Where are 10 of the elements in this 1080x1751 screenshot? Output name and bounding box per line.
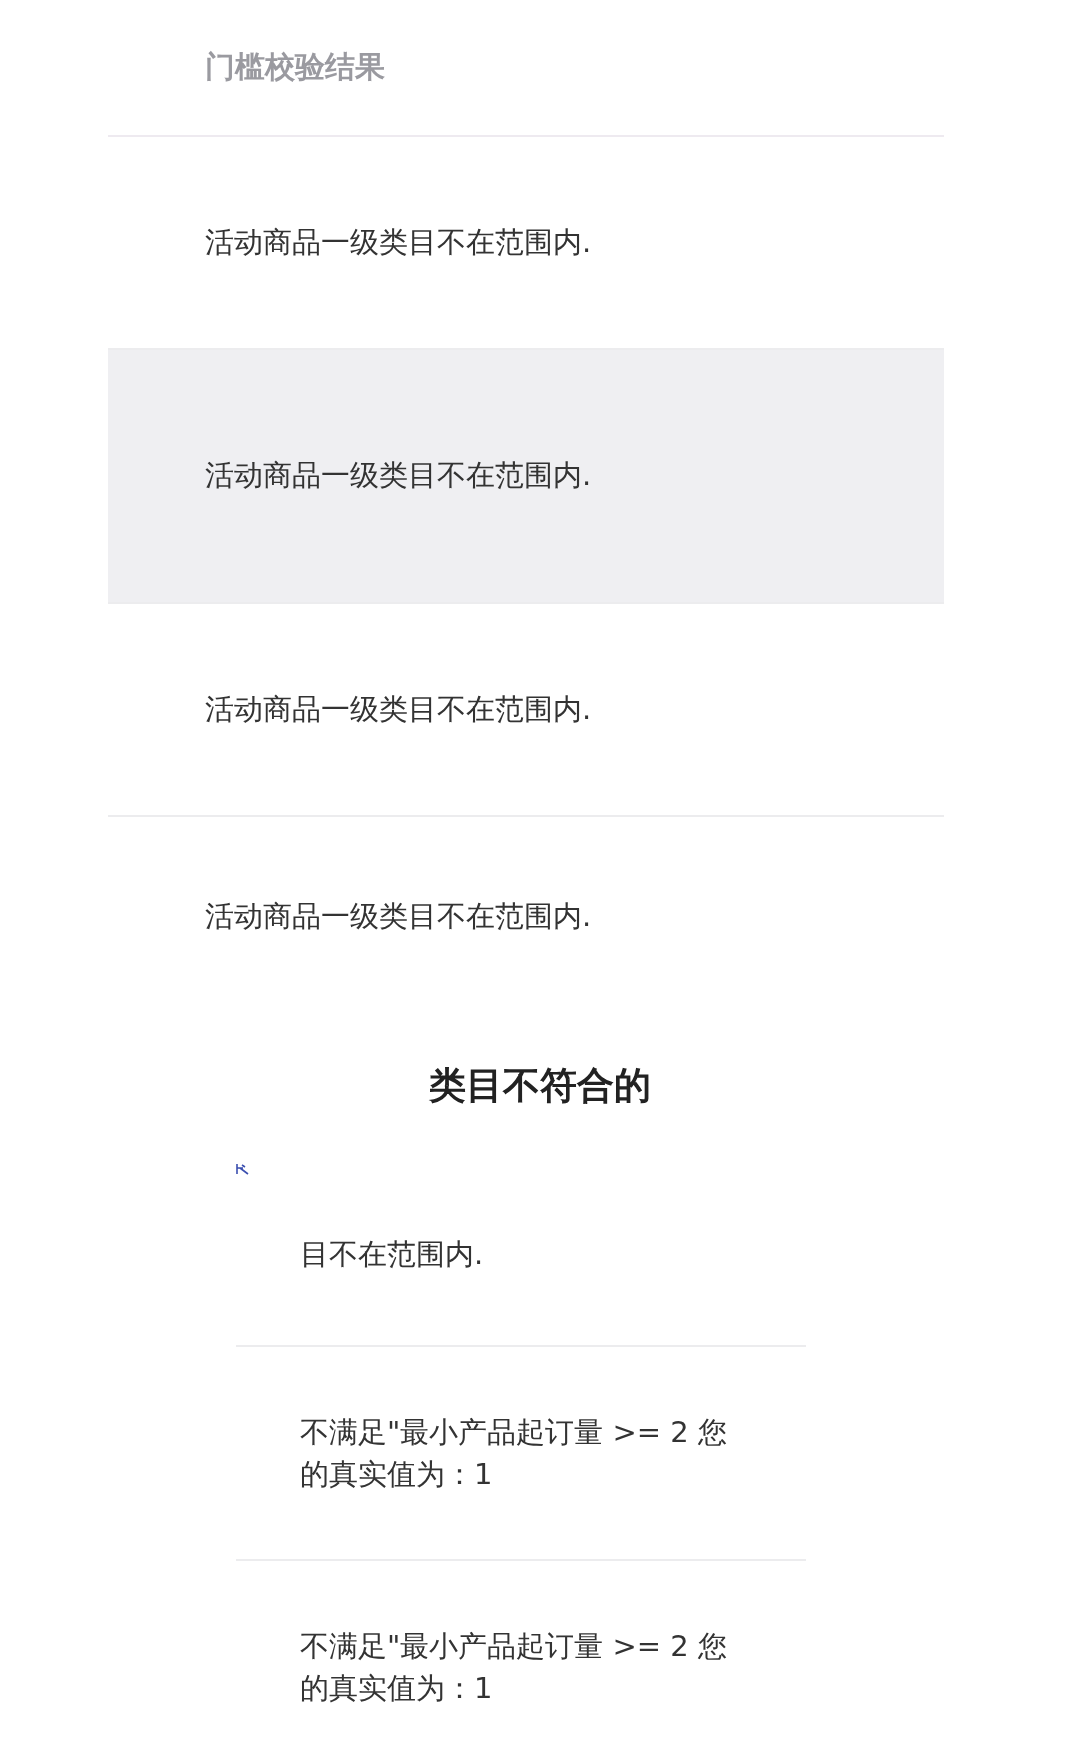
table-cell-text: 活动商品一级类目不在范围内. bbox=[205, 223, 592, 261]
table-cell-text: 不满足"最小产品起订量 >= 2 您的真实值为：1 bbox=[300, 1628, 729, 1707]
table-cell-text: 活动商品一级类目不在范围内. bbox=[205, 690, 592, 728]
header-label: 门槛校验结果 bbox=[205, 48, 385, 86]
table-cell-text: 活动商品一级类目不在范围内. bbox=[205, 457, 592, 494]
table-cell-text: 活动商品一级类目不在范围内. bbox=[205, 898, 592, 935]
caption: 类目不符合的 bbox=[429, 1063, 651, 1109]
glyph-fragment-icon bbox=[236, 1163, 250, 1175]
table-cell-text: 目不在范围内. bbox=[300, 1236, 485, 1273]
table-cell-text: 不满足"最小产品起订量 >= 2 您的真实值为：1 bbox=[300, 1414, 729, 1493]
